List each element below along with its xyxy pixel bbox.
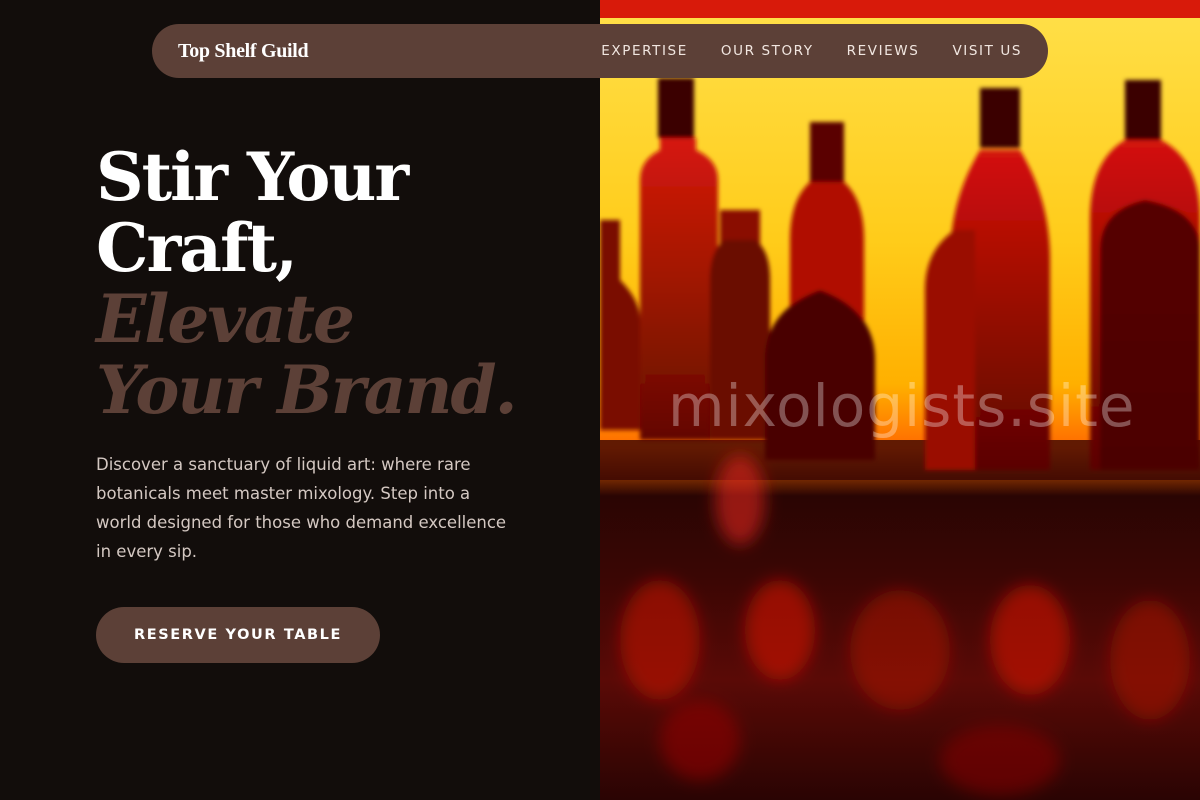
nav-link-our-story[interactable]: OUR STORY [721, 43, 814, 59]
nav-link-reviews[interactable]: REVIEWS [847, 43, 920, 59]
nav-link-visit-us[interactable]: VISIT US [952, 43, 1022, 59]
headline-line-3: Elevate [96, 280, 355, 358]
reserve-table-button[interactable]: RESERVE YOUR TABLE [96, 607, 380, 663]
headline-line-4: Your Brand. [96, 351, 518, 429]
headline-line-1: Stir Your [96, 138, 409, 216]
watermark: mixologists.site [668, 372, 1136, 440]
hero-headline: Stir Your Craft, Elevate Your Brand. [96, 138, 518, 429]
top-navbar: Top Shelf Guild EXPERTISE OUR STORY REVI… [152, 24, 1048, 78]
nav-links: EXPERTISE OUR STORY REVIEWS VISIT US [601, 43, 1022, 59]
hero-description: Discover a sanctuary of liquid art: wher… [96, 455, 507, 561]
brand-logo[interactable]: Top Shelf Guild [178, 40, 309, 63]
nav-link-expertise[interactable]: EXPERTISE [601, 43, 688, 59]
headline-line-2: Craft, [96, 209, 298, 287]
